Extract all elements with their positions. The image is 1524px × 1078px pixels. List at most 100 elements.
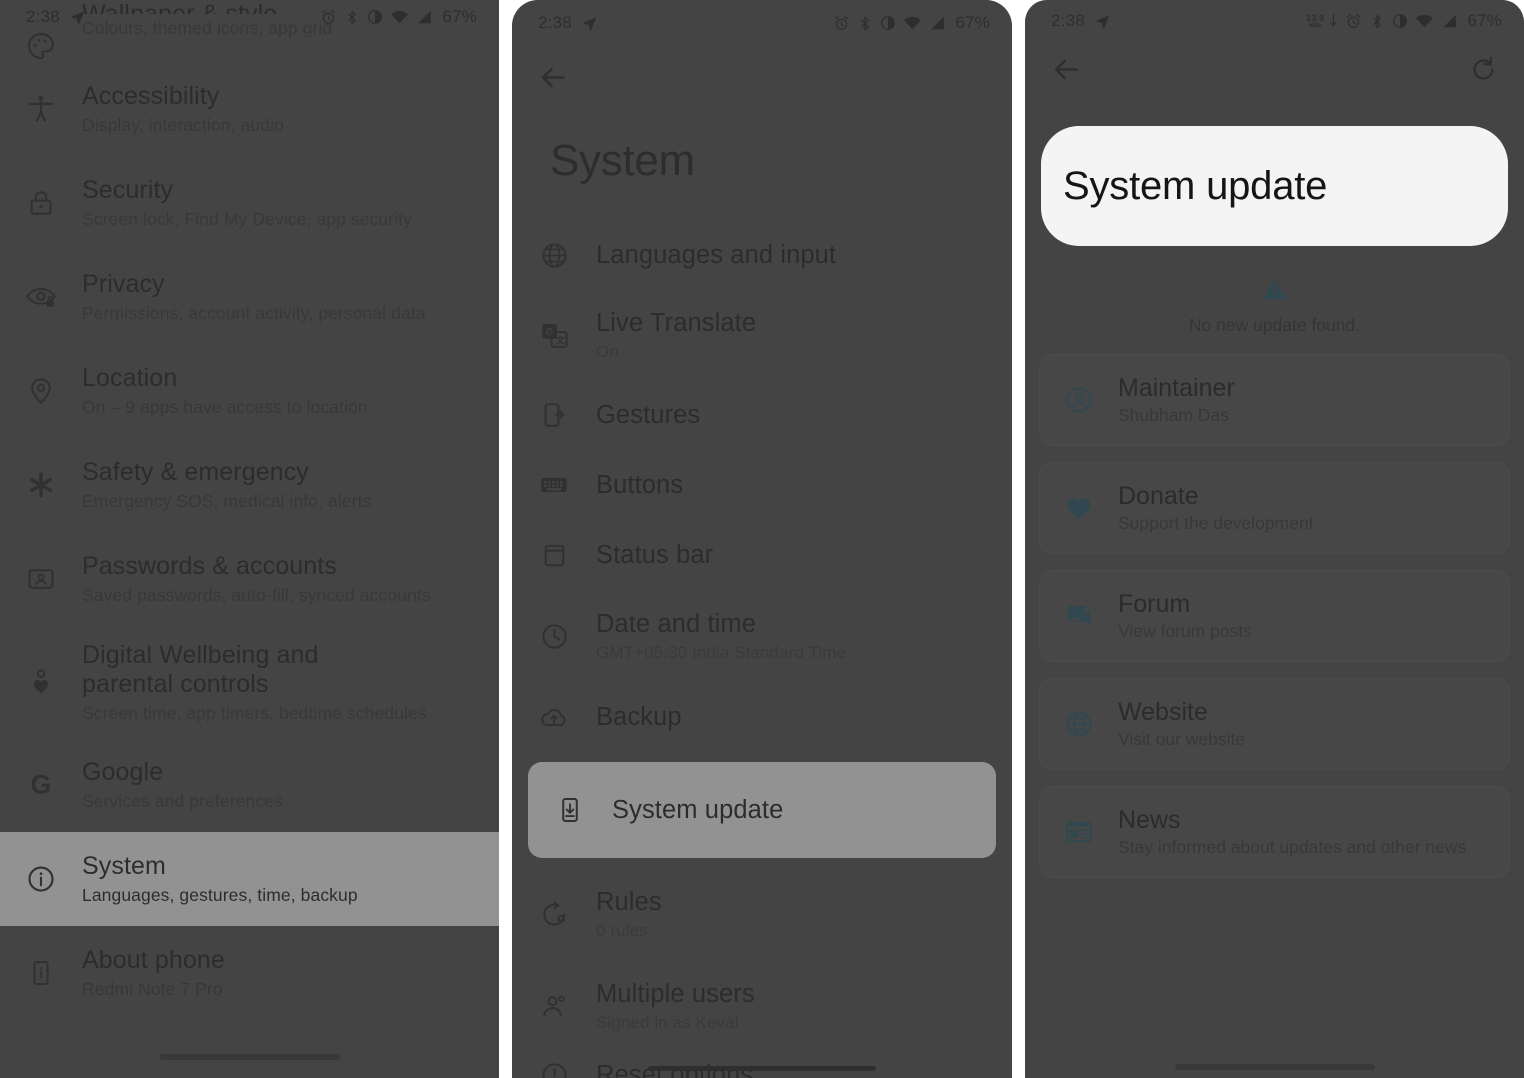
system-row-sub: Signed in as Keval (596, 1012, 739, 1032)
warning-triangle-icon (1025, 276, 1524, 303)
dnd-icon (1392, 13, 1408, 29)
system-row-title: Gestures (596, 400, 701, 429)
update-card-title: Forum (1118, 589, 1191, 618)
globe-icon (1040, 709, 1118, 739)
system-row-system-update[interactable]: System update (528, 762, 996, 858)
system-row-rules[interactable]: Rules 0 rules (512, 868, 1012, 960)
system-row-text: Rules 0 rules (596, 887, 994, 941)
system-row-text: Multiple users Signed in as Keval (596, 979, 994, 1033)
status-time: 2:38 (1051, 11, 1085, 30)
settings-row-wallpaper[interactable]: Wallpaper & style Colours, themed icons,… (0, 0, 499, 62)
battery-percent: 67% (955, 13, 990, 32)
settings-row-system[interactable]: System Languages, gestures, time, backup (0, 832, 499, 926)
update-status-message: No new update found. (1188, 315, 1361, 335)
navigation-pill-1[interactable] (159, 1054, 340, 1060)
settings-row-google[interactable]: G Google Services and preferences (0, 738, 499, 832)
cloud-upload-icon (512, 702, 596, 732)
update-card-sub: Visit our website (1118, 729, 1246, 750)
update-card-text: News Stay informed about updates and oth… (1118, 806, 1466, 859)
asterisk-icon (0, 469, 82, 501)
clock-icon (512, 622, 596, 651)
settings-row-about-phone[interactable]: About phone Redmi Note 7 Pro (0, 926, 499, 1020)
system-row-title: Languages and input (596, 240, 837, 269)
globe-icon (512, 241, 596, 270)
system-row-buttons[interactable]: Buttons (512, 450, 1012, 520)
update-card-sub: Shubham Das (1118, 405, 1229, 426)
heart-icon (1040, 493, 1118, 523)
settings-row-title: Accessibility (82, 81, 220, 110)
phone-download-icon (528, 796, 612, 824)
network-speed-value: 13.9 (1306, 12, 1325, 23)
translate-icon: G文 (512, 321, 596, 350)
system-row-text: System update (612, 795, 978, 825)
navigation-pill-2[interactable] (648, 1066, 876, 1071)
settings-row-sub: Emergency SOS, medical info, alerts (82, 491, 372, 512)
person-add-icon (512, 992, 596, 1021)
update-card-donate[interactable]: Donate Support the development (1039, 462, 1510, 554)
update-card-title: News (1118, 805, 1181, 834)
update-card-website[interactable]: Website Visit our website (1039, 678, 1510, 770)
system-scroll-list[interactable]: Languages and input G文 Live Translate On… (512, 220, 1012, 1078)
settings-row-title: Security (82, 175, 174, 204)
settings-row-text: Location On – 9 apps have access to loca… (82, 364, 481, 419)
hero-title: System update (1063, 163, 1328, 208)
refresh-icon[interactable] (1469, 55, 1498, 84)
system-row-reset-options[interactable]: Reset options (512, 1052, 1012, 1078)
alarm-icon (833, 15, 850, 32)
settings-row-sub: Saved passwords, auto-fill, synced accou… (82, 585, 431, 606)
system-update-hero-card[interactable]: System update (1041, 126, 1508, 246)
navigation-pill-3[interactable] (1174, 1064, 1375, 1070)
settings-row-security[interactable]: Security Screen lock, Find My Device, ap… (0, 156, 499, 250)
update-card-title: Maintainer (1118, 373, 1235, 402)
system-row-backup[interactable]: Backup (512, 682, 1012, 752)
forum-icon (1040, 601, 1118, 631)
update-links-list[interactable]: Maintainer Shubham Das Donate Support th… (1025, 354, 1524, 878)
settings-row-title: Google (82, 757, 164, 786)
update-card-news[interactable]: News Stay informed about updates and oth… (1039, 786, 1510, 878)
system-row-status-bar[interactable]: Status bar (512, 520, 1012, 590)
dnd-icon (880, 15, 896, 31)
system-row-date-time[interactable]: Date and time GMT+05:30 India Standard T… (512, 590, 1012, 682)
settings-row-location[interactable]: Location On – 9 apps have access to loca… (0, 344, 499, 438)
settings-row-privacy[interactable]: Privacy Permissions, account activity, p… (0, 250, 499, 344)
alarm-icon (1345, 13, 1362, 30)
system-row-title: System update (612, 795, 784, 824)
update-card-title: Donate (1118, 481, 1199, 510)
settings-row-accessibility[interactable]: Accessibility Display, interaction, audi… (0, 62, 499, 156)
settings-row-sub: Display, interaction, audio (82, 115, 284, 136)
google-g-icon: G (0, 768, 82, 802)
system-row-title: Date and time (596, 609, 757, 638)
settings-row-digital-wellbeing[interactable]: Digital Wellbeing and parental controls … (0, 626, 499, 738)
rules-icon (512, 900, 596, 929)
system-row-multiple-users[interactable]: Multiple users Signed in as Keval (512, 960, 1012, 1052)
system-row-sub: On (596, 341, 619, 361)
update-status-block: No new update found. (1025, 276, 1524, 336)
status-bar-2: 2:38 67% (512, 0, 1012, 40)
system-row-text: Date and time GMT+05:30 India Standard T… (596, 609, 994, 663)
back-arrow-icon[interactable] (538, 62, 569, 93)
settings-row-passwords[interactable]: Passwords & accounts Saved passwords, au… (0, 532, 499, 626)
phone-info-icon (0, 959, 82, 987)
update-card-text: Maintainer Shubham Das (1118, 374, 1235, 427)
lock-icon (0, 188, 82, 218)
phone-panel-settings: 2:38 67% Wallpaper & style Colours, them… (0, 0, 499, 1078)
system-row-title: Buttons (596, 470, 684, 499)
settings-scroll-list-1[interactable]: Wallpaper & style Colours, themed icons,… (0, 0, 499, 1020)
system-row-live-translate[interactable]: G文 Live Translate On (512, 290, 1012, 380)
status-time: 2:38 (538, 13, 572, 32)
settings-row-title: Location (82, 363, 178, 392)
svg-text:G: G (31, 770, 52, 800)
settings-row-safety[interactable]: Safety & emergency Emergency SOS, medica… (0, 438, 499, 532)
settings-row-title: Digital Wellbeing and parental controls (82, 640, 319, 698)
update-card-maintainer[interactable]: Maintainer Shubham Das (1039, 354, 1510, 446)
back-arrow-icon[interactable] (1051, 54, 1082, 85)
system-row-languages[interactable]: Languages and input (512, 220, 1012, 290)
status-bar-left-2: 2:38 (538, 13, 598, 33)
news-icon (1040, 817, 1118, 847)
update-card-text: Forum View forum posts (1118, 590, 1252, 643)
system-row-title: Backup (596, 702, 682, 731)
update-card-forum[interactable]: Forum View forum posts (1039, 570, 1510, 662)
system-row-gestures[interactable]: Gestures (512, 380, 1012, 450)
settings-row-text: Digital Wellbeing and parental controls … (82, 641, 481, 724)
system-row-text: Buttons (596, 470, 994, 500)
